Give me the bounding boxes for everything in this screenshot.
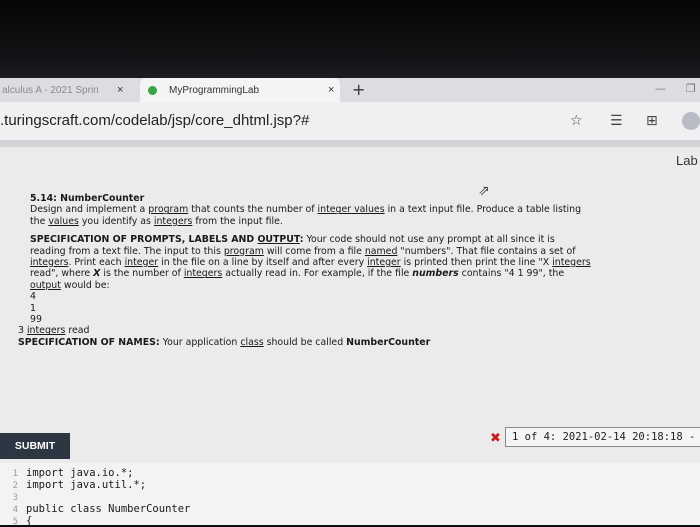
example-last-line: 3 integers read: [18, 325, 90, 337]
code-line[interactable]: 3: [0, 491, 26, 503]
problem-statement: 5.14: NumberCounter Design and implement…: [18, 193, 698, 348]
tab-calculus[interactable]: alculus A - 2021 Sprin ×: [0, 78, 140, 102]
spec-prompts-labels-output: SPECIFICATION OF PROMPTS, LABELS AND OUT…: [30, 234, 698, 325]
page-header-strip: [0, 141, 700, 147]
brand-label: Lab: [676, 153, 698, 168]
fail-icon: ✖: [490, 431, 501, 446]
code-line[interactable]: 2 import java.util.*;: [0, 479, 147, 491]
problem-title: 5.14: NumberCounter: [30, 193, 145, 204]
tab-bar: alculus A - 2021 Sprin × MyProgrammingLa…: [0, 78, 700, 102]
code-editor[interactable]: 1 import java.io.*; 2 import java.util.*; …: [0, 463, 700, 527]
spec-names: SPECIFICATION OF NAMES: Your application…: [18, 336, 431, 348]
close-icon[interactable]: ×: [328, 84, 334, 96]
submission-result-select[interactable]: 1 of 4: 2021-02-14 20:18:18 - W: [505, 427, 700, 447]
example-output: 4 1 99: [30, 291, 42, 326]
problem-description: Design and implement a program that coun…: [30, 204, 582, 227]
tab-myprogramminglab[interactable]: MyProgrammingLab ×: [140, 78, 340, 102]
page-content: Lab ⇗ 5.14: NumberCounter Design and imp…: [0, 141, 700, 527]
screen-bezel: [0, 0, 700, 80]
minimize-icon[interactable]: —: [655, 82, 666, 95]
restore-icon[interactable]: ❐: [686, 82, 696, 95]
profile-avatar[interactable]: [682, 112, 700, 130]
favorite-star-icon[interactable]: ☆: [570, 113, 583, 129]
code-line[interactable]: 1 import java.io.*;: [0, 467, 134, 479]
address-bar: .turingscraft.com/codelab/jsp/core_dhtml…: [0, 102, 700, 141]
code-line[interactable]: 5{: [0, 515, 33, 527]
tab-label: alculus A - 2021 Sprin: [2, 84, 99, 96]
new-tab-button[interactable]: +: [352, 80, 365, 99]
favicon-icon: [148, 85, 157, 95]
code-line[interactable]: 4 public class NumberCounter: [0, 503, 191, 515]
collections-icon[interactable]: ⊞: [646, 113, 658, 129]
submit-button[interactable]: SUBMIT: [0, 433, 70, 459]
favorites-list-icon[interactable]: ☰: [610, 113, 623, 129]
url-field[interactable]: .turingscraft.com/codelab/jsp/core_dhtml…: [0, 112, 309, 129]
tab-label: MyProgrammingLab: [169, 84, 260, 96]
close-icon[interactable]: ×: [117, 84, 123, 96]
